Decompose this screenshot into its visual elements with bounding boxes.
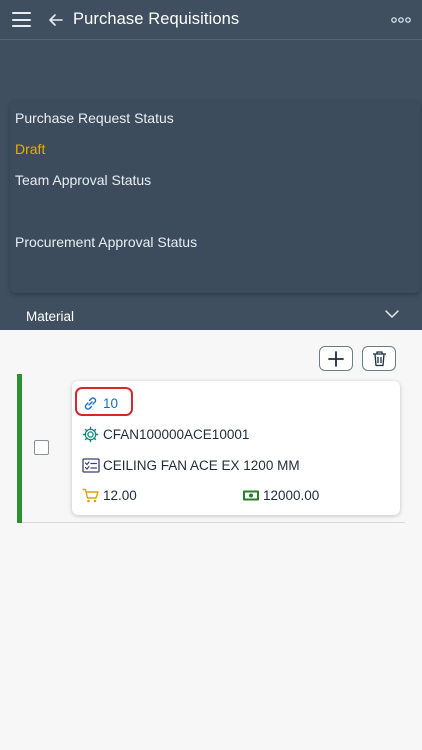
- back-arrow-icon[interactable]: [47, 11, 65, 29]
- add-item-button[interactable]: [319, 346, 353, 371]
- chevron-down-icon[interactable]: [384, 308, 400, 320]
- material-section-label[interactable]: Material: [26, 309, 74, 324]
- item-amount: 12000.00: [263, 488, 320, 503]
- purchase-request-status-value: Draft: [15, 141, 46, 157]
- delete-item-button[interactable]: [362, 346, 396, 371]
- page-title: Purchase Requisitions: [73, 10, 240, 28]
- trash-icon: [373, 351, 386, 367]
- gear-icon: [82, 426, 99, 443]
- checklist-icon: [82, 458, 100, 473]
- cart-icon: [82, 488, 99, 503]
- add-icon: [328, 351, 344, 367]
- top-bar: Purchase Requisitions: [0, 0, 422, 40]
- item-select-checkbox[interactable]: [34, 440, 49, 455]
- hamburger-menu-icon[interactable]: [12, 12, 31, 27]
- item-number-highlight: [75, 387, 133, 416]
- material-description: CEILING FAN ACE EX 1200 MM: [103, 458, 300, 473]
- more-options-icon[interactable]: [390, 13, 412, 27]
- team-approval-status-label: Team Approval Status: [15, 172, 152, 188]
- procurement-approval-status-label: Procurement Approval Status: [15, 234, 198, 250]
- purchase-request-status-label: Purchase Request Status: [15, 110, 174, 126]
- row-indicator: [17, 374, 22, 523]
- cash-icon: [243, 490, 259, 501]
- item-quantity: 12.00: [103, 488, 137, 503]
- material-code: CFAN100000ACE10001: [103, 427, 250, 442]
- status-card: [10, 100, 420, 293]
